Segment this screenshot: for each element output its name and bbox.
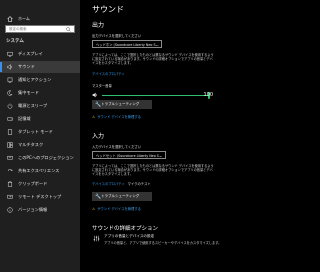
- output-manage-row[interactable]: ⚠ サウンド デバイスを管理する: [92, 114, 141, 120]
- search-placeholder: 設定の検索: [9, 26, 27, 31]
- notification-icon: [6, 77, 14, 83]
- info-icon: [6, 207, 14, 213]
- power-icon: [6, 103, 14, 109]
- volume-value: 100: [203, 92, 213, 98]
- shared-icon: [6, 168, 14, 174]
- advanced-heading: サウンドの詳細オプション: [92, 226, 159, 232]
- output-manage-link[interactable]: サウンド デバイスを管理する: [97, 114, 141, 119]
- sidebar-item-8[interactable]: このPCへのプロジェクション: [0, 152, 80, 164]
- app-volume-title: アプリの音量とデバイスの設定: [104, 234, 155, 238]
- volume-slider[interactable]: [102, 91, 210, 99]
- input-manage-row[interactable]: ⚠ サウンド デバイスを管理する: [92, 206, 141, 212]
- sidebar-item-12[interactable]: バージョン情報: [0, 204, 80, 216]
- main-content: サウンド 出力 出力デバイスを選択してください ヘッドホン (Soundcore…: [80, 0, 320, 272]
- input-links-row: デバイスのプロパティ マイクのテスト: [92, 181, 151, 186]
- page-title: サウンド: [92, 5, 124, 14]
- sidebar-item-4[interactable]: 電源とスリープ: [0, 100, 80, 112]
- search-input[interactable]: 設定の検索: [5, 25, 75, 33]
- sidebar-item-label: このPCへのプロジェクション: [18, 155, 74, 160]
- volume-slider-fill: [102, 94, 209, 96]
- output-select-label: 出力デバイスを選択してください: [92, 34, 142, 38]
- sidebar-item-1[interactable]: サウンド: [0, 61, 80, 73]
- info-warning-icon: ⚠: [92, 206, 96, 211]
- search-icon: [66, 27, 71, 32]
- input-device-dropdown[interactable]: ヘッドセット (Soundcore Liberty Neo S... ⌄: [92, 151, 166, 159]
- sidebar-item-label: バージョン情報: [18, 207, 48, 212]
- sidebar-section-label: システム: [6, 39, 24, 44]
- home-label: ホーム: [18, 16, 30, 21]
- storage-icon: [6, 116, 14, 122]
- sidebar-item-9[interactable]: 共有エクスペリエンス: [0, 165, 80, 177]
- sidebar-item-label: 電源とスリープ: [18, 103, 48, 108]
- sidebar-item-10[interactable]: クリップボード: [0, 178, 80, 190]
- sidebar-item-5[interactable]: 記憶域: [0, 113, 80, 125]
- tablet-icon: [6, 129, 14, 135]
- projection-icon: [6, 155, 14, 161]
- chevron-down-icon: ⌄: [155, 42, 158, 47]
- chevron-down-icon: ⌄: [159, 153, 162, 158]
- multitask-icon: [6, 142, 14, 148]
- sidebar-item-label: クリップボード: [18, 181, 48, 186]
- input-troubleshoot-button[interactable]: 🔧 トラブルシューティング: [92, 192, 152, 201]
- output-description: アプリによっては、ここで選択したものとは異なるサウンド デバイスを使用するように…: [92, 53, 214, 66]
- moon-icon: [6, 90, 14, 96]
- input-heading: 入力: [92, 133, 105, 140]
- remote-icon: [6, 194, 14, 200]
- output-device-dropdown[interactable]: ヘッドホン (Soundcore Liberty Neo S... ⌄: [92, 40, 162, 48]
- mic-test-label: マイクのテスト: [127, 182, 151, 186]
- output-troubleshoot-button[interactable]: 🔧 トラブルシューティング: [92, 100, 152, 109]
- sidebar-item-7[interactable]: マルチタスク: [0, 139, 80, 151]
- volume-label: マスター音量: [92, 84, 112, 88]
- sidebar-item-6[interactable]: タブレット モード: [0, 126, 80, 138]
- info-warning-icon: ⚠: [92, 114, 96, 119]
- sidebar-item-0[interactable]: ディスプレイ: [0, 48, 80, 60]
- output-heading: 出力: [92, 22, 105, 29]
- home-icon: [6, 16, 14, 22]
- sidebar-item-label: 共有エクスペリエンス: [18, 168, 60, 173]
- input-description: アプリによっては、ここで選択したものとは異なるサウンド デバイスを使用するように…: [92, 164, 214, 177]
- app-volume-settings-link[interactable]: アプリの音量とデバイスの設定 アプリの音量と、アプリで使用するスピーカーやデバイ…: [92, 233, 232, 247]
- app-volume-desc: アプリの音量と、アプリで使用するスピーカーやデバイスをカスタマイズします。: [104, 241, 222, 245]
- home-link[interactable]: ホーム: [6, 14, 30, 24]
- sidebar-item-label: 通知とアクション: [18, 77, 52, 82]
- sidebar-item-2[interactable]: 通知とアクション: [0, 74, 80, 86]
- sidebar-item-label: ディスプレイ: [18, 51, 43, 56]
- sidebar-item-label: 集中モード: [18, 90, 39, 95]
- sidebar-item-label: サウンド: [18, 64, 35, 69]
- sidebar: ホーム 設定の検索 システム ディスプレイ サウンド通知とアクション 集中モード電源…: [0, 0, 80, 272]
- input-troubleshoot-label: トラブルシューティング: [101, 194, 140, 198]
- output-device-value: ヘッドホン (Soundcore Liberty Neo S...: [96, 42, 159, 47]
- input-device-value: ヘッドセット (Soundcore Liberty Neo S...: [96, 153, 163, 158]
- sidebar-item-label: マルチタスク: [18, 142, 44, 147]
- sidebar-item-label: 記憶域: [18, 116, 31, 121]
- output-properties-link[interactable]: デバイスのプロパティ: [92, 71, 125, 76]
- sidebar-item-label: リモート デスクトップ: [18, 194, 62, 199]
- input-select-label: 入力デバイスを選択してください: [92, 145, 142, 149]
- input-properties-link[interactable]: デバイスのプロパティ: [92, 181, 125, 186]
- output-troubleshoot-label: トラブルシューティング: [101, 102, 140, 106]
- monitor-icon: [6, 51, 14, 57]
- mixer-icon: [93, 235, 100, 242]
- speaker-icon[interactable]: [92, 92, 98, 98]
- clipboard-icon: [6, 181, 14, 187]
- speaker-icon: [6, 64, 14, 70]
- input-manage-link[interactable]: サウンド デバイスを管理する: [97, 206, 141, 211]
- sidebar-item-3[interactable]: 集中モード: [0, 87, 80, 99]
- sidebar-item-11[interactable]: リモート デスクトップ: [0, 191, 80, 203]
- sidebar-item-label: タブレット モード: [18, 129, 53, 134]
